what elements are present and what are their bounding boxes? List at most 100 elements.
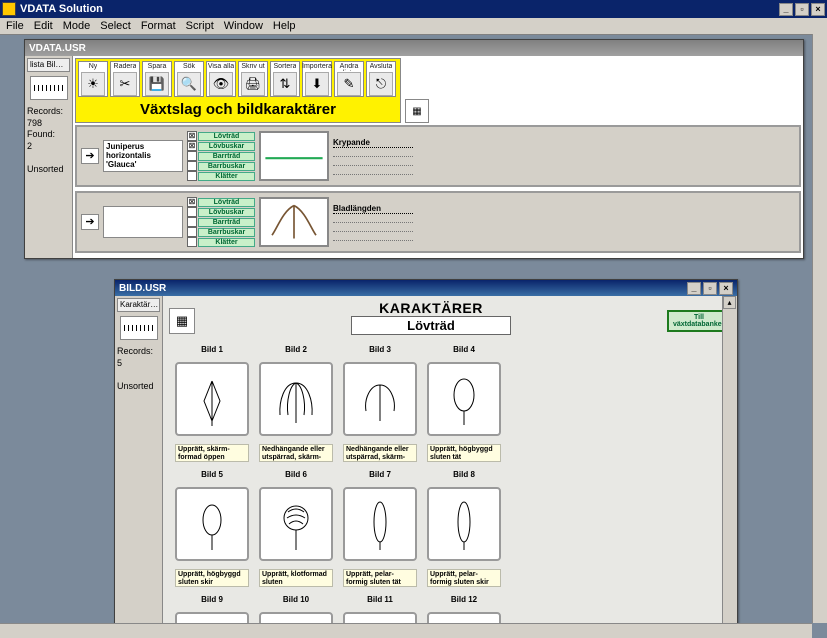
toolbar-spara-som[interactable]: Spara som💾: [142, 61, 172, 97]
record-arrow[interactable]: ➔: [81, 148, 99, 164]
spara som-icon: 💾: [145, 72, 169, 96]
toolbar-ny[interactable]: Ny☀: [78, 61, 108, 97]
bild-book-icon[interactable]: [120, 316, 158, 340]
checkbox[interactable]: [187, 207, 197, 217]
layout-dropdown[interactable]: lista Bil…: [27, 58, 70, 72]
window-bild: BILD.USR _ ▫ × Karaktär… Records: 5 Unso…: [114, 279, 738, 638]
plant-name-field[interactable]: [103, 206, 183, 238]
toolbar-title: Växtslag och bildkaraktärer: [78, 97, 398, 120]
bild-caption: Nedhängande eller utspärrad, skärm-forma…: [259, 444, 333, 462]
gallery: ▦ KARAKTÄRER Lövträd Till växtdatabanken…: [163, 296, 737, 638]
bild-card[interactable]: [175, 362, 249, 436]
toolbar-skriv-ut[interactable]: Skriv ut🖨: [238, 61, 268, 97]
bild-close[interactable]: ×: [719, 282, 733, 295]
bild-label: Bild 10: [259, 595, 333, 604]
checkbox[interactable]: [187, 237, 197, 247]
check-label: Lövträd: [198, 132, 255, 141]
checkbox[interactable]: [187, 227, 197, 237]
menu-edit[interactable]: Edit: [34, 20, 53, 32]
checkbox[interactable]: [187, 217, 197, 227]
subtype-field[interactable]: Lövträd: [351, 316, 511, 335]
menu-select[interactable]: Select: [100, 20, 131, 32]
checkbox[interactable]: [187, 171, 197, 181]
app-vscroll[interactable]: [812, 34, 827, 623]
bild-caption: Upprätt, klotformad sluten: [259, 569, 333, 587]
records-label: Records:: [27, 106, 70, 118]
toolbar: Ny☀Radera✂Spara som💾Sök🔍Visa alla👁Skriv …: [75, 58, 401, 123]
plant-image: [259, 197, 329, 247]
bild-scrollbar[interactable]: ▴ ▾: [722, 296, 737, 638]
bild-records-value: 5: [117, 358, 160, 370]
scroll-up-icon[interactable]: ▴: [723, 296, 736, 309]
bild-card[interactable]: [259, 487, 333, 561]
bild-caption: Nedhängande eller utspärrad, skärm-forma…: [343, 444, 417, 462]
ändra lista-icon: ✎: [337, 72, 361, 96]
bild-card[interactable]: [175, 487, 249, 561]
toolbar-ändra-lista[interactable]: Ändra lista✎: [334, 61, 364, 97]
checkbox[interactable]: ⊠: [187, 131, 197, 141]
checkbox[interactable]: [187, 161, 197, 171]
check-label: Barrbuskar: [198, 228, 255, 237]
vdata-titlebar[interactable]: VDATA.USR: [25, 40, 803, 56]
bild-maximize[interactable]: ▫: [703, 282, 717, 295]
bild-label: Bild 5: [175, 470, 249, 479]
bild-sort-status: Unsorted: [117, 381, 160, 393]
app-hscroll[interactable]: [0, 623, 812, 638]
note-header: Krypande: [333, 138, 413, 148]
bild-label: Bild 9: [175, 595, 249, 604]
bild-card[interactable]: [427, 362, 501, 436]
visa alla-icon: 👁: [209, 72, 233, 96]
bild-label: Bild 4: [427, 345, 501, 354]
bild-label: Bild 11: [343, 595, 417, 604]
bild-minimize[interactable]: _: [687, 282, 701, 295]
bild-titlebar[interactable]: BILD.USR _ ▫ ×: [115, 280, 737, 296]
check-label: Klätter: [198, 172, 255, 181]
bild-card[interactable]: [427, 487, 501, 561]
bild-caption: Upprätt, högbyggd sluten tät: [427, 444, 501, 462]
bild-label: Bild 7: [343, 470, 417, 479]
checkbox[interactable]: ⊠: [187, 197, 197, 207]
bild-side-panel: Karaktär… Records: 5 Unsorted: [115, 296, 163, 638]
bild-label: Bild 1: [175, 345, 249, 354]
bild-card[interactable]: [343, 487, 417, 561]
toolbar-sök[interactable]: Sök🔍: [174, 61, 204, 97]
toolbar-radera[interactable]: Radera✂: [110, 61, 140, 97]
toolbar-avsluta[interactable]: Avsluta⎋: [366, 61, 396, 97]
menu-format[interactable]: Format: [141, 20, 176, 32]
check-label: Lövbuskar: [198, 208, 255, 217]
bild-label: Bild 6: [259, 470, 333, 479]
check-label: Barrbuskar: [198, 162, 255, 171]
book-icon[interactable]: [30, 76, 68, 100]
menu-script[interactable]: Script: [186, 20, 214, 32]
bild-layout-dropdown[interactable]: Karaktär…: [117, 298, 160, 312]
toolbar-sortera[interactable]: Sortera⇅: [270, 61, 300, 97]
menu-mode[interactable]: Mode: [63, 20, 91, 32]
toolbar-visa-alla[interactable]: Visa alla👁: [206, 61, 236, 97]
minimize-button[interactable]: _: [779, 3, 793, 16]
calculator-icon[interactable]: ▦: [405, 99, 429, 123]
record-row: ➔Juniperus horizontalis 'Glauca' ⊠Lövträd…: [75, 125, 801, 187]
bild-label: Bild 8: [427, 470, 501, 479]
bild-card[interactable]: [259, 362, 333, 436]
bild-label: Bild 3: [343, 345, 417, 354]
maximize-button[interactable]: ▫: [795, 3, 809, 16]
db-icon[interactable]: ▦: [169, 308, 195, 334]
checkbox[interactable]: [187, 151, 197, 161]
sök-icon: 🔍: [177, 72, 201, 96]
menu-window[interactable]: Window: [224, 20, 263, 32]
karaktarer-title: KARAKTÄRER: [207, 300, 655, 316]
record-arrow[interactable]: ➔: [81, 214, 99, 230]
checkbox[interactable]: ⊠: [187, 141, 197, 151]
plant-name-field[interactable]: Juniperus horizontalis 'Glauca': [103, 140, 183, 172]
vdata-title: VDATA.USR: [29, 43, 86, 54]
records-value: 798: [27, 118, 70, 130]
menu-file[interactable]: File: [6, 20, 24, 32]
found-value: 2: [27, 141, 70, 153]
menu-help[interactable]: Help: [273, 20, 296, 32]
record-row: ➔⊠LövträdLövbuskarBarrträdBarrbuskarKlät…: [75, 191, 801, 253]
close-button[interactable]: ×: [811, 3, 825, 16]
bild-caption: Upprätt, pelar- formig sluten tät: [343, 569, 417, 587]
toolbar-importera[interactable]: Importera⬇: [302, 61, 332, 97]
found-label: Found:: [27, 129, 70, 141]
bild-card[interactable]: [343, 362, 417, 436]
